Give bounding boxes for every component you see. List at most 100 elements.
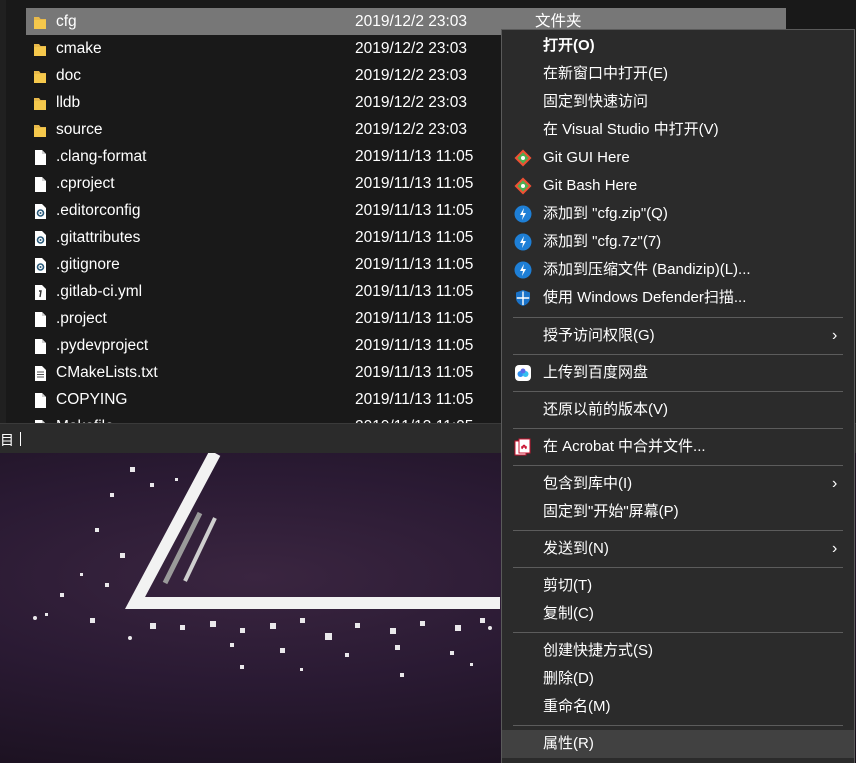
file-name: .gitignore — [56, 256, 120, 273]
baidu-netdisk-icon — [514, 364, 532, 382]
menu-separator — [513, 428, 843, 429]
menu-item-restore-versions[interactable]: 还原以前的版本(V) — [502, 396, 854, 424]
script-file-icon — [32, 283, 48, 300]
file-name: .pydevproject — [56, 337, 149, 354]
menu-label: 在 Acrobat 中合并文件... — [543, 438, 706, 455]
menu-item-git-bash[interactable]: Git Bash Here — [502, 172, 854, 200]
menu-separator — [513, 530, 843, 531]
file-icon — [32, 337, 48, 354]
file-date: 2019/11/13 11:05 — [355, 148, 474, 165]
file-name: .cproject — [56, 175, 115, 192]
file-name: lldb — [56, 94, 81, 111]
menu-item-rename[interactable]: 重命名(M) — [502, 693, 854, 721]
menu-label: 重命名(M) — [543, 698, 611, 715]
file-name: .editorconfig — [56, 202, 141, 219]
settings-file-icon — [32, 202, 48, 219]
menu-label: 添加到 "cfg.7z"(7) — [543, 233, 662, 250]
menu-label: Git Bash Here — [543, 177, 638, 194]
bandizip-icon — [514, 205, 532, 223]
file-date: 2019/12/2 23:03 — [355, 13, 468, 30]
folder-icon — [32, 94, 48, 111]
menu-item-open-new-window[interactable]: 在新窗口中打开(E) — [502, 60, 854, 88]
file-icon — [32, 148, 48, 165]
menu-label: 复制(C) — [543, 605, 594, 622]
file-icon — [32, 391, 48, 408]
menu-item-upload-baidu[interactable]: 上传到百度网盘 — [502, 359, 854, 387]
menu-label: 剪切(T) — [543, 577, 593, 594]
menu-separator — [513, 632, 843, 633]
file-date: 2019/12/2 23:03 — [355, 40, 468, 57]
file-name: .gitlab-ci.yml — [56, 283, 143, 300]
menu-item-git-gui[interactable]: Git GUI Here — [502, 144, 854, 172]
menu-item-send-to[interactable]: 发送到(N) › — [502, 535, 854, 563]
file-date: 2019/11/13 11:05 — [355, 364, 474, 381]
file-date: 2019/11/13 11:05 — [355, 337, 474, 354]
menu-item-add-to-7z[interactable]: 添加到 "cfg.7z"(7) — [502, 228, 854, 256]
file-name: .project — [56, 310, 107, 327]
file-name: .clang-format — [56, 148, 147, 165]
file-name: Makefile — [56, 413, 114, 423]
menu-separator — [513, 317, 843, 318]
folder-icon — [32, 40, 48, 57]
menu-label: 包含到库中(I) — [543, 475, 633, 492]
file-name: cmake — [56, 40, 102, 57]
text-file-icon — [32, 364, 48, 381]
file-date: 2019/11/13 11:05 — [355, 391, 474, 408]
file-name: CMakeLists.txt — [56, 364, 158, 381]
file-date: 2019/12/2 23:03 — [355, 121, 468, 138]
menu-label: 在 Visual Studio 中打开(V) — [543, 121, 719, 138]
menu-item-open[interactable]: 打开(O) — [502, 32, 854, 60]
file-name: COPYING — [56, 391, 128, 408]
menu-item-open-in-visual-studio[interactable]: 在 Visual Studio 中打开(V) — [502, 116, 854, 144]
chevron-right-icon: › — [832, 327, 838, 344]
context-menu: 打开(O) 在新窗口中打开(E) 固定到快速访问 在 Visual Studio… — [501, 29, 855, 763]
file-icon — [32, 175, 48, 192]
menu-label: 上传到百度网盘 — [543, 364, 649, 381]
menu-item-create-shortcut[interactable]: 创建快捷方式(S) — [502, 637, 854, 665]
menu-item-add-to-zip[interactable]: 添加到 "cfg.zip"(Q) — [502, 200, 854, 228]
menu-item-pin-start[interactable]: 固定到"开始"屏幕(P) — [502, 498, 854, 526]
file-date: 2019/12/2 23:03 — [355, 67, 468, 84]
bandizip-icon — [514, 233, 532, 251]
menu-item-add-bandizip[interactable]: 添加到压缩文件 (Bandizip)(L)... — [502, 256, 854, 284]
menu-label: 固定到"开始"屏幕(P) — [543, 503, 679, 520]
menu-item-copy[interactable]: 复制(C) — [502, 600, 854, 628]
file-date: 2019/11/13 11:05 — [355, 413, 473, 423]
menu-label: 还原以前的版本(V) — [543, 401, 668, 418]
menu-separator — [513, 465, 843, 466]
file-name: doc — [56, 67, 81, 84]
menu-item-grant-access[interactable]: 授予访问权限(G) › — [502, 322, 854, 350]
menu-separator — [513, 391, 843, 392]
menu-label: 使用 Windows Defender扫描... — [543, 289, 747, 306]
menu-label: 打开(O) — [543, 37, 595, 54]
menu-item-properties[interactable]: 属性(R) — [502, 730, 854, 758]
menu-label: 发送到(N) — [543, 540, 609, 557]
menu-item-delete[interactable]: 删除(D) — [502, 665, 854, 693]
menu-item-include-library[interactable]: 包含到库中(I) › — [502, 470, 854, 498]
file-date: 2019/11/13 11:05 — [355, 229, 474, 246]
menu-item-defender-scan[interactable]: 使用 Windows Defender扫描... — [502, 284, 854, 312]
folder-icon — [32, 121, 48, 138]
file-name: source — [56, 121, 103, 138]
menu-item-cut[interactable]: 剪切(T) — [502, 572, 854, 600]
menu-item-acrobat-combine[interactable]: 在 Acrobat 中合并文件... — [502, 433, 854, 461]
menu-label: 创建快捷方式(S) — [543, 642, 653, 659]
menu-label: 删除(D) — [543, 670, 594, 687]
acrobat-icon — [514, 438, 532, 456]
menu-separator — [513, 567, 843, 568]
settings-file-icon — [32, 229, 48, 246]
menu-label: 授予访问权限(G) — [543, 327, 655, 344]
menu-label: 固定到快速访问 — [543, 93, 649, 110]
file-date: 2019/11/13 11:05 — [355, 256, 474, 273]
menu-label: 在新窗口中打开(E) — [543, 65, 668, 82]
git-icon — [514, 149, 532, 167]
folder-icon — [32, 13, 48, 30]
file-icon — [32, 310, 48, 327]
file-date: 2019/11/13 11:05 — [355, 310, 474, 327]
menu-label: 添加到 "cfg.zip"(Q) — [543, 205, 668, 222]
shield-icon — [514, 289, 532, 307]
menu-item-pin-quick-access[interactable]: 固定到快速访问 — [502, 88, 854, 116]
settings-file-icon — [32, 256, 48, 273]
file-date: 2019/11/13 11:05 — [355, 202, 474, 219]
file-date: 2019/11/13 11:05 — [355, 175, 474, 192]
